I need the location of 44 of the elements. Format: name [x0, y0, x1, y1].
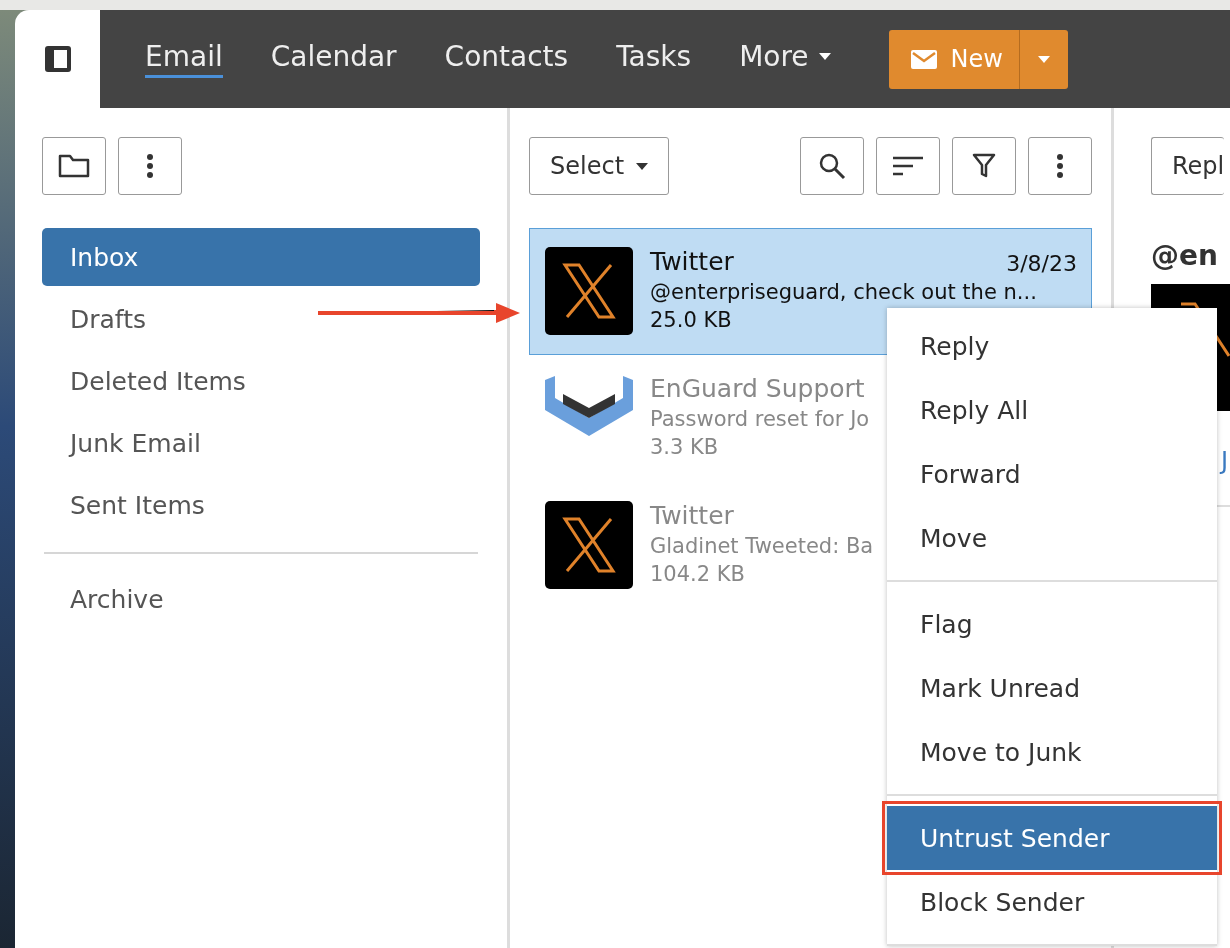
select-dropdown[interactable]: Select: [529, 137, 670, 195]
sender-name: Twitter: [650, 501, 734, 530]
kebab-icon: [147, 154, 153, 178]
message-size: 25.0 KB: [650, 308, 732, 332]
sender-name: EnGuard Support: [650, 374, 865, 403]
folder-item[interactable]: Archive: [42, 570, 480, 628]
folder-item[interactable]: Deleted Items: [42, 352, 480, 410]
more-button[interactable]: [1028, 137, 1092, 195]
sort-icon: [893, 156, 923, 176]
folder-item[interactable]: Sent Items: [42, 476, 480, 534]
envelope-icon: [910, 49, 937, 69]
caret-icon: [636, 162, 649, 170]
nav-tab[interactable]: Contacts: [444, 40, 569, 78]
folder-item[interactable]: Junk Email: [42, 414, 480, 472]
nav-tab[interactable]: Email: [145, 40, 223, 78]
folder-icon: [58, 154, 90, 178]
sender-name: Twitter: [650, 247, 734, 276]
folder-item[interactable]: Drafts: [42, 290, 480, 348]
search-icon: [818, 152, 846, 180]
menu-item[interactable]: Move to Junk: [887, 720, 1217, 784]
nav-tab[interactable]: Calendar: [270, 40, 397, 78]
message-heading: @en: [1151, 239, 1219, 272]
menu-item[interactable]: Mark Unread: [887, 656, 1217, 720]
message-preview: Password reset for Jo: [650, 407, 870, 431]
nav-tab[interactable]: More: [739, 40, 831, 78]
sort-button[interactable]: [876, 137, 940, 195]
search-button[interactable]: [800, 137, 864, 195]
folder-button[interactable]: [42, 137, 106, 195]
more-button[interactable]: [118, 137, 182, 195]
reply-button[interactable]: Repl: [1151, 137, 1225, 195]
message-date: 3/8/23: [1006, 251, 1077, 276]
kebab-icon: [1057, 154, 1063, 178]
caret-icon: [1037, 55, 1050, 63]
nav-tab[interactable]: Tasks: [616, 40, 692, 78]
message-preview: Gladinet Tweeted: Ba: [650, 534, 874, 558]
menu-item[interactable]: Block Sender: [887, 870, 1217, 934]
sidebar-toggle-icon[interactable]: [42, 44, 73, 74]
message-size: 3.3 KB: [650, 435, 719, 459]
filter-button[interactable]: [952, 137, 1016, 195]
sender-link[interactable]: J: [1221, 447, 1229, 475]
message-size: 104.2 KB: [650, 562, 745, 586]
message-preview: @enterpriseguard, check out the n...: [650, 280, 1037, 304]
filter-icon: [972, 153, 996, 179]
folder-item[interactable]: Inbox: [42, 228, 480, 286]
